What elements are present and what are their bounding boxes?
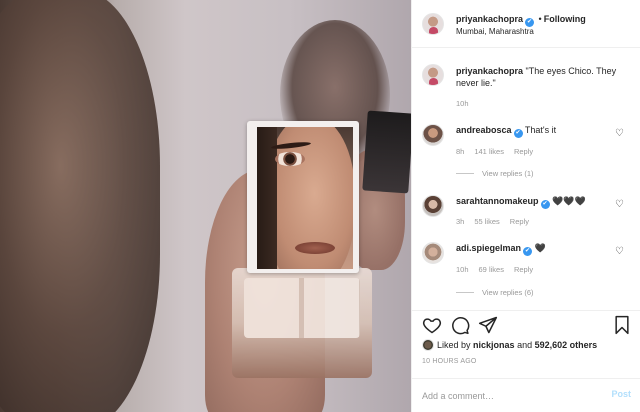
replies-divider-line	[456, 173, 474, 174]
comment-likes[interactable]: 55 likes	[474, 217, 499, 226]
comment-username[interactable]: andreabosca	[456, 125, 512, 135]
reflection-lips	[295, 242, 335, 254]
post-header: priyankachopra ✔ • Following Mumbai, Mahar…	[412, 0, 640, 48]
comment-time: 8h	[456, 147, 465, 156]
bookmark-icon[interactable]	[612, 315, 632, 335]
comment-input[interactable]	[422, 389, 592, 403]
post-photo[interactable]	[0, 0, 411, 412]
photo-compact-lid	[362, 110, 411, 194]
post-timestamp[interactable]: 10 HOURS AGO	[422, 358, 477, 365]
comment-text: 🖤	[534, 243, 546, 253]
comment-avatar-andreabosca[interactable]	[422, 124, 444, 146]
reply-button[interactable]: Reply	[514, 265, 533, 274]
comment: adi.spiegelman ✔ 🖤	[456, 242, 546, 256]
post-location[interactable]: Mumbai, Maharashtra	[456, 27, 534, 36]
photo-mirror-reflection	[257, 127, 353, 269]
replies-divider-line	[456, 292, 474, 293]
photo-foreground-blur	[0, 0, 160, 412]
comment-avatar-sarahtannomakeup[interactable]	[422, 195, 444, 217]
comment-likes[interactable]: 69 likes	[479, 265, 504, 274]
view-replies-label: View replies (1)	[482, 169, 534, 178]
comment-username[interactable]: sarahtannomakeup	[456, 196, 539, 206]
view-replies-label: View replies (6)	[482, 288, 534, 297]
verified-badge-icon: ✔	[525, 18, 535, 27]
photo-compact-palette	[232, 268, 372, 378]
likes-summary: Liked by nickjonas and 592,602 others	[422, 339, 640, 351]
caption-username[interactable]: priyankachopra	[456, 66, 523, 76]
caption: priyankachopra "The eyes Chico. They nev…	[456, 65, 626, 89]
caption-time: 10h	[456, 99, 469, 108]
liker-username[interactable]: nickjonas	[473, 340, 515, 350]
reply-button[interactable]: Reply	[514, 147, 533, 156]
likes-prefix: Liked by	[437, 340, 471, 350]
comment-time: 10h	[456, 265, 469, 274]
comment-text: That's it	[524, 125, 557, 135]
comment-time: 3h	[456, 217, 465, 226]
comments-list: priyankachopra "The eyes Chico. They nev…	[412, 48, 640, 310]
paper-plane-icon[interactable]	[478, 315, 498, 335]
following-button[interactable]: Following	[544, 14, 586, 24]
author-avatar[interactable]	[422, 13, 444, 35]
instagram-post: priyankachopra ✔ • Following Mumbai, Mahar…	[0, 0, 640, 412]
header-separator: •	[538, 14, 542, 24]
heart-outline-icon[interactable]	[422, 315, 442, 335]
liker-avatar[interactable]	[422, 339, 434, 351]
comment-text: 🖤🖤🖤	[552, 196, 586, 206]
comment: andreabosca ✔ That's it	[456, 124, 556, 138]
verified-badge-icon: ✔	[513, 129, 523, 138]
reply-button[interactable]: Reply	[510, 217, 529, 226]
comment-like-heart-icon[interactable]: ♡	[615, 129, 625, 139]
comment-avatar-adi-spiegelman[interactable]	[422, 242, 444, 264]
header-title-row: priyankachopra ✔ • Following	[456, 14, 586, 27]
comment-meta: 10h 69 likes Reply	[456, 265, 533, 274]
post-sidebar: priyankachopra ✔ • Following Mumbai, Mahar…	[411, 0, 640, 412]
post-action-bar	[412, 310, 640, 340]
verified-badge-icon: ✔	[540, 200, 550, 209]
post-comment-button[interactable]: Post	[611, 389, 631, 399]
author-username[interactable]: priyankachopra	[456, 14, 523, 24]
comment-like-heart-icon[interactable]: ♡	[615, 200, 625, 210]
view-replies-button[interactable]: View replies (6)	[456, 288, 534, 297]
caption-avatar[interactable]	[422, 64, 444, 86]
add-comment-bar: Post	[412, 378, 640, 412]
reflection-eye	[275, 152, 305, 166]
comment-like-heart-icon[interactable]: ♡	[615, 247, 625, 257]
comment: sarahtannomakeup ✔ 🖤🖤🖤	[456, 195, 586, 209]
comment-meta: 8h 141 likes Reply	[456, 147, 533, 156]
comment-username[interactable]: adi.spiegelman	[456, 243, 521, 253]
verified-badge-icon: ✔	[523, 247, 533, 256]
likes-conjunction: and	[517, 340, 533, 350]
likes-count[interactable]: 592,602 others	[535, 340, 598, 350]
comment-likes[interactable]: 141 likes	[474, 147, 504, 156]
comment-meta: 3h 55 likes Reply	[456, 217, 529, 226]
comment-bubble-icon[interactable]	[450, 315, 470, 335]
view-replies-button[interactable]: View replies (1)	[456, 169, 534, 178]
